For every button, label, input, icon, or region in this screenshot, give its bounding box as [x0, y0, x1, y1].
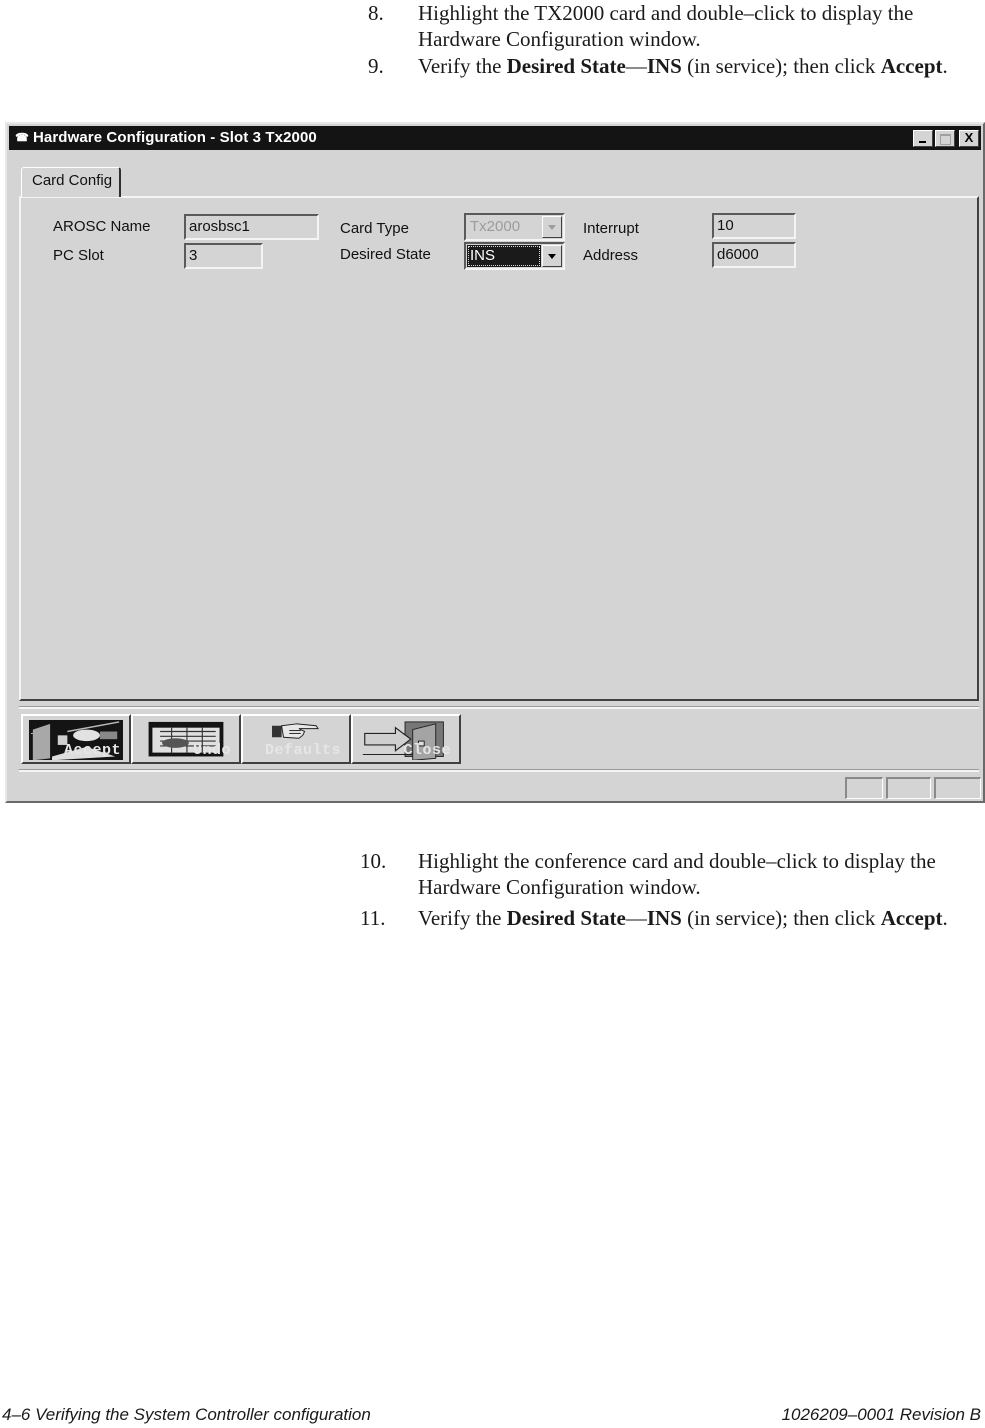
maximize-button[interactable] [935, 130, 955, 147]
step-text-run: Highlight the TX2000 card and double–cli… [418, 1, 914, 51]
close-icon: X [964, 130, 974, 145]
step-text: Highlight the TX2000 card and double–cli… [418, 0, 978, 52]
arosc-name-label: AROSC Name [53, 218, 151, 235]
interrupt-field[interactable]: 10 [712, 213, 796, 239]
desired-state-select[interactable]: INS [464, 242, 565, 270]
step-text: Verify the Desired State—INS (in service… [418, 905, 978, 931]
card-config-panel [19, 196, 979, 701]
step-text-run: Verify the [418, 54, 507, 78]
status-pane [886, 777, 931, 799]
accept-button[interactable]: Accept [21, 714, 131, 764]
step-number: 9. [368, 54, 384, 78]
status-pane [845, 777, 883, 799]
step-text-emphasis: INS [646, 54, 682, 78]
desired-state-label: Desired State [340, 246, 431, 263]
step-text: Verify the Desired State—INS (in service… [418, 53, 978, 79]
undo-label: Undo [192, 742, 231, 759]
step-text-run: (in service); then click [681, 906, 881, 930]
phone-icon[interactable]: ☎ [15, 131, 29, 145]
step-text-run: Verify the [418, 906, 507, 930]
chevron-down-icon[interactable] [542, 245, 562, 267]
close-label: Close [403, 742, 451, 759]
step-text-run: — [625, 54, 647, 78]
title-bar[interactable]: ☎ Hardware Configuration - Slot 3 Tx2000… [9, 126, 981, 150]
step-text-emphasis: Accept [880, 54, 943, 78]
step-text-run: — [625, 906, 647, 930]
minimize-button[interactable] [913, 130, 933, 147]
step-text-run: . [942, 54, 948, 78]
tab-card-config[interactable]: Card Config [21, 167, 121, 197]
pc-slot-field[interactable]: 3 [184, 243, 263, 269]
arosc-name-field[interactable]: arosbsc1 [184, 214, 319, 240]
interrupt-label: Interrupt [583, 220, 639, 237]
minimize-icon [919, 141, 926, 143]
step-number: 8. [368, 1, 384, 25]
address-label: Address [583, 247, 639, 264]
status-pane [934, 777, 981, 799]
status-divider [19, 769, 979, 772]
step-text-emphasis: Accept [880, 906, 943, 930]
window-title: Hardware Configuration - Slot 3 Tx2000 [33, 129, 317, 146]
step-text: Highlight the conference card and double… [418, 848, 978, 900]
step-text-emphasis: Desired State [506, 54, 626, 78]
step-text-run: (in service); then click [681, 54, 881, 78]
step-text-run: . [942, 906, 948, 930]
step-number: 11. [360, 906, 386, 930]
toolbar-divider [19, 706, 979, 709]
defaults-button[interactable]: Defaults [241, 714, 351, 764]
step-text-emphasis: INS [646, 906, 682, 930]
hardware-configuration-window: ☎ Hardware Configuration - Slot 3 Tx2000… [5, 122, 985, 803]
card-type-select: Tx2000 [464, 213, 565, 241]
undo-button[interactable]: Undo [131, 714, 241, 764]
defaults-label: Defaults [264, 742, 341, 759]
accept-label: Accept [63, 742, 121, 759]
close-button[interactable]: Close [351, 714, 461, 764]
step-text-emphasis: Desired State [506, 906, 626, 930]
step-text-run: Highlight the conference card and double… [418, 849, 936, 899]
address-field[interactable]: d6000 [712, 242, 796, 268]
desired-state-value[interactable]: INS [467, 245, 541, 267]
pc-slot-label: PC Slot [53, 247, 104, 264]
step-number: 10. [360, 849, 387, 873]
footer-section-title: 4–6 Verifying the System Controller conf… [2, 1405, 371, 1424]
chevron-down-icon [542, 216, 562, 238]
footer-document-id: 1026209–0001 Revision B [781, 1405, 981, 1424]
card-type-label: Card Type [340, 220, 409, 237]
card-type-value: Tx2000 [470, 218, 521, 235]
close-window-button[interactable]: X [959, 130, 979, 147]
maximize-icon [940, 134, 951, 145]
